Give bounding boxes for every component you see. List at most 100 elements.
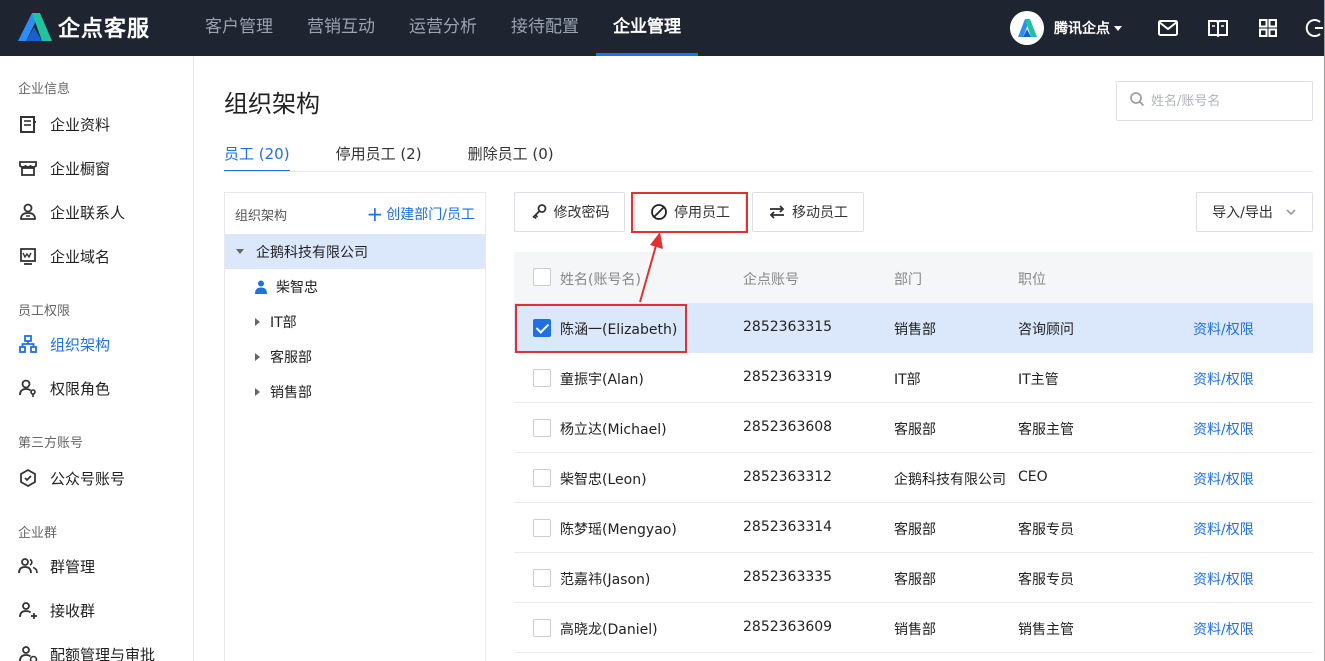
nav-analytics[interactable]: 运营分析 [392,0,494,56]
search-input[interactable] [1151,93,1301,109]
change-password-button[interactable]: 修改密码 [514,192,625,232]
table-row[interactable]: 陈涵一(Elizabeth) 2852363315 销售部 咨询顾问 资料/权限 [514,303,1313,353]
sidebar-item-label: 权限角色 [50,379,111,398]
profile-rights-link[interactable]: 资料/权限 [1193,469,1254,489]
row-checkbox[interactable] [533,569,551,587]
user-name: 腾讯企点 [1054,21,1110,37]
nav-marketing[interactable]: 营销互动 [290,0,392,56]
profile-rights-link[interactable]: 资料/权限 [1193,519,1254,539]
book-icon[interactable] [1207,17,1229,39]
sidebar-item-showcase[interactable]: 企业橱窗 [18,156,110,180]
cell-dept: 企鹅科技有限公司 [894,472,1006,488]
row-checkbox[interactable] [533,519,551,537]
role-key-icon [18,378,38,398]
tab-deleted-employees[interactable]: 删除员工 (0) [468,140,554,172]
apps-grid-icon[interactable] [1257,17,1279,39]
sidebar-item-contacts[interactable]: 企业联系人 [18,200,125,224]
collapse-arrow-icon[interactable] [255,317,260,326]
cell-position: 客服主管 [1018,422,1074,438]
cell-position: IT主管 [1018,372,1059,388]
cell-position: 客服专员 [1018,572,1074,588]
sidebar: 企业信息 企业资料 企业橱窗 企业联系人 企业域名 员工权限 组织架构 权限角色… [0,56,194,661]
quota-approval-icon [18,644,38,661]
sidebar-item-domain[interactable]: 企业域名 [18,244,110,268]
row-checkbox[interactable] [533,369,551,387]
select-all-checkbox[interactable] [533,268,551,286]
sidebar-item-group-mgmt[interactable]: 群管理 [18,554,95,578]
org-tree-panel: 组织架构 + 创建部门/员工 企鹅科技有限公司 柴智忠 IT部 客服部 销售部 [224,192,486,661]
tab-disabled-employees[interactable]: 停用员工 (2) [336,140,422,172]
plus-icon: + [366,202,384,226]
cell-position: CEO [1018,469,1048,485]
create-label: 创建部门/员工 [386,207,475,223]
search-box[interactable] [1116,81,1313,121]
profile-rights-link[interactable]: 资料/权限 [1193,569,1254,589]
cell-name: 陈涵一(Elizabeth) [560,322,678,338]
profile-icon [18,114,38,134]
cell-position: 销售主管 [1018,622,1074,638]
cell-dept: 销售部 [894,622,936,638]
avatar [1010,11,1044,45]
page-title: 组织架构 [224,90,320,118]
tree-node-label: 客服部 [270,349,312,366]
nav-reception-config[interactable]: 接待配置 [494,0,596,56]
brand-name: 企点客服 [58,17,151,42]
sidebar-group-staff-rights: 员工权限 [18,304,71,319]
group-icon [18,556,38,576]
row-checkbox[interactable] [533,419,551,437]
column-header-dept: 部门 [894,272,922,288]
sidebar-item-label: 接收群 [50,601,96,620]
table-row[interactable]: 陈梦瑶(Mengyao) 2852363314 客服部 客服专员 资料/权限 [514,503,1313,553]
move-employee-button[interactable]: 移动员工 [752,192,864,232]
sidebar-group-third-party: 第三方账号 [18,436,84,451]
tree-node-person[interactable]: 柴智忠 [225,269,485,304]
logout-icon[interactable] [1305,17,1323,39]
nav-customer-mgmt[interactable]: 客户管理 [188,0,290,56]
create-dept-employee-button[interactable]: + 创建部门/员工 [367,204,475,224]
sidebar-item-label: 配额管理与审批 [50,645,156,661]
brand-logo[interactable]: 企点客服 [16,10,150,44]
profile-rights-link[interactable]: 资料/权限 [1193,419,1254,439]
table-row[interactable]: 柴智忠(Leon) 2852363312 企鹅科技有限公司 CEO 资料/权限 [514,453,1313,503]
profile-rights-link[interactable]: 资料/权限 [1193,369,1254,389]
sidebar-item-label: 企业橱窗 [50,159,111,178]
cell-dept: 客服部 [894,522,936,538]
tree-node-sales[interactable]: 销售部 [225,374,485,409]
mail-icon[interactable] [1157,17,1179,39]
sidebar-item-receive-group[interactable]: 接收群 [18,598,95,622]
row-checkbox[interactable] [533,469,551,487]
sidebar-item-quota[interactable]: 配额管理与审批 [18,642,155,661]
tree-node-label: 企鹅科技有限公司 [256,244,368,261]
button-label: 停用员工 [674,205,730,221]
top-navbar: 企点客服 客户管理 营销互动 运营分析 接待配置 企业管理 腾讯企点 [0,0,1325,56]
nav-enterprise-mgmt[interactable]: 企业管理 [596,0,698,56]
table-row[interactable]: 高晓龙(Daniel) 2852363609 销售部 销售主管 资料/权限 [514,603,1313,653]
tree-node-company[interactable]: 企鹅科技有限公司 [225,234,485,269]
row-checkbox[interactable] [533,619,551,637]
cell-dept: IT部 [894,372,921,388]
tree-node-it[interactable]: IT部 [225,304,485,339]
table-row[interactable]: 杨立达(Michael) 2852363608 客服部 客服主管 资料/权限 [514,403,1313,453]
sidebar-item-org[interactable]: 组织架构 [18,332,110,356]
user-menu[interactable]: 腾讯企点 [1010,11,1122,45]
button-label: 修改密码 [553,205,610,221]
sidebar-item-official-account[interactable]: 公众号账号 [18,466,125,490]
table-row[interactable]: 童振宇(Alan) 2852363319 IT部 IT主管 资料/权限 [514,353,1313,403]
profile-rights-link[interactable]: 资料/权限 [1193,619,1254,639]
expand-arrow-icon[interactable] [236,249,244,254]
sidebar-item-label: 企业域名 [50,247,111,266]
import-export-dropdown[interactable]: 导入/导出 [1196,192,1313,232]
disable-employee-button[interactable]: 停用员工 [634,192,746,232]
cell-name: 高晓龙(Daniel) [560,622,658,638]
profile-rights-link[interactable]: 资料/权限 [1193,319,1254,339]
row-checkbox[interactable] [533,319,551,337]
collapse-arrow-icon[interactable] [255,352,260,361]
collapse-arrow-icon[interactable] [255,387,260,396]
tab-employees[interactable]: 员工 (20) [224,140,290,172]
cell-account: 2852363608 [743,419,833,435]
tree-node-service[interactable]: 客服部 [225,339,485,374]
cell-dept: 客服部 [894,572,936,588]
table-row[interactable]: 范嘉祎(Jason) 2852363335 客服部 客服专员 资料/权限 [514,553,1313,603]
sidebar-item-roles[interactable]: 权限角色 [18,376,110,400]
sidebar-item-profile[interactable]: 企业资料 [18,112,110,136]
